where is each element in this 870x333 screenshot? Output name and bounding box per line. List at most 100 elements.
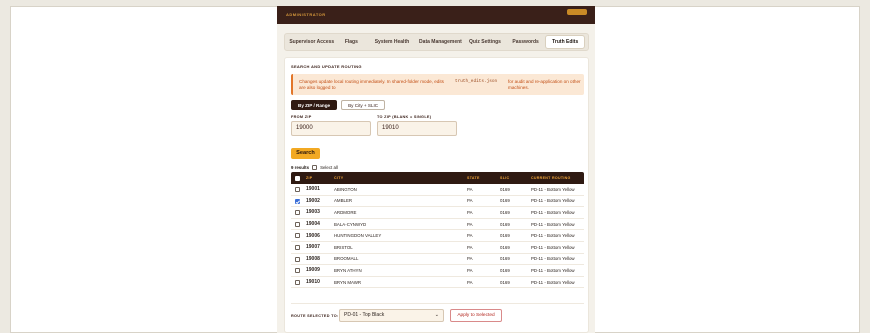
cell-zip: 19001 <box>306 186 320 193</box>
row-checkbox[interactable] <box>295 268 300 274</box>
truth-edits-card: SEARCH AND UPDATE ROUTING Changes update… <box>284 57 589 333</box>
table-row[interactable]: 19008 BROOMALL PA 0169 PD-11 - Bottom Yellow <box>291 254 584 266</box>
cell-slic: 0169 <box>500 256 510 262</box>
tab-system-health[interactable]: System Health <box>367 36 417 48</box>
cell-state: PA <box>467 221 473 227</box>
row-checkbox[interactable] <box>295 198 300 204</box>
cell-city: HUNTINGDON VALLEY <box>334 233 382 239</box>
cell-city: ARDMORE <box>334 209 357 215</box>
header-slic: SLIC <box>500 176 510 180</box>
header-city: CITY <box>334 176 344 180</box>
cell-state: PA <box>467 233 473 239</box>
cell-routing: PD-11 - Bottom Yellow <box>531 186 575 192</box>
header-state: STATE <box>467 176 480 180</box>
table-row[interactable]: 19007 BRISTOL PA 0169 PD-11 - Bottom Yellow <box>291 242 584 254</box>
row-select-cell <box>291 186 306 192</box>
table-row[interactable]: 19004 BALA-CYNWYD PA 0169 PD-11 - Bottom Yel… <box>291 219 584 231</box>
route-label: ROUTE SELECTED TO: <box>291 314 339 318</box>
cell-zip: 19003 <box>306 209 320 216</box>
row-checkbox[interactable] <box>295 233 300 239</box>
row-checkbox[interactable] <box>295 244 300 250</box>
search-button[interactable]: Search <box>291 148 320 159</box>
cell-routing: PD-11 - Bottom Yellow <box>531 279 575 285</box>
cell-city: AMBLER <box>334 198 353 204</box>
results-count: 9 results <box>291 165 310 170</box>
header-select-checkbox[interactable] <box>295 175 300 181</box>
row-select-cell <box>291 244 306 250</box>
notice-text-continued: for audit and re-application on other ma… <box>508 79 581 90</box>
tab-supervisor-access[interactable]: Supervisor Access <box>288 36 336 48</box>
from-zip-label: FROM ZIP <box>291 115 312 119</box>
tab-bar: Supervisor Access Flags System Health Da… <box>284 33 589 51</box>
table-row[interactable]: 19010 BRYN MAWR PA 0169 PD-11 - Bottom Yello… <box>291 277 584 289</box>
header-zip: ZIP <box>306 176 313 180</box>
from-zip-input[interactable]: 19000 <box>291 121 371 136</box>
cell-routing: PD-11 - Bottom Yellow <box>531 267 575 273</box>
table-row[interactable]: 19006 HUNTINGDON VALLEY PA 0169 PD-11 - Bott… <box>291 230 584 242</box>
table-row[interactable]: 19001 ABINGTON PA 0169 PD-11 - Bottom Yellow <box>291 184 584 196</box>
row-checkbox[interactable] <box>295 210 300 216</box>
cell-routing: PD-11 - Bottom Yellow <box>531 198 575 204</box>
mode-zip-range-button[interactable]: By ZIP / Range <box>291 100 338 110</box>
cell-state: PA <box>467 198 473 204</box>
cell-city: BRISTOL <box>334 244 353 250</box>
results-table: ZIP CITY STATE SLIC CURRENT ROUTING 1900… <box>291 172 584 289</box>
row-select-cell <box>291 268 306 274</box>
row-checkbox[interactable] <box>295 186 300 192</box>
cell-slic: 0169 <box>500 244 510 250</box>
cell-city: BROOMALL <box>334 256 359 262</box>
row-checkbox[interactable] <box>295 221 300 227</box>
notice-text: Changes update local routing immediately… <box>299 79 444 90</box>
row-checkbox[interactable] <box>295 279 300 285</box>
row-select-cell <box>291 256 306 262</box>
cell-state: PA <box>467 279 473 285</box>
chevron-down-icon: ⌄ <box>434 312 439 318</box>
tab-truth-edits[interactable]: Truth Edits <box>545 35 585 49</box>
mode-city-slic-button[interactable]: By City + SLIC <box>341 100 386 110</box>
tab-passwords[interactable]: Passwords <box>506 36 546 48</box>
to-zip-input[interactable]: 19010 <box>377 121 457 136</box>
cell-routing: PD-11 - Bottom Yellow <box>531 244 575 250</box>
cell-zip: 19008 <box>306 255 320 262</box>
cell-zip: 19010 <box>306 279 320 286</box>
row-checkbox[interactable] <box>295 256 300 262</box>
cell-slic: 0169 <box>500 267 510 273</box>
table-row[interactable]: 19009 BRYN ATHYN PA 0169 PD-11 - Bottom Yell… <box>291 265 584 277</box>
cell-state: PA <box>467 209 473 215</box>
cell-zip: 19006 <box>306 232 320 239</box>
section-title: SEARCH AND UPDATE ROUTING <box>291 64 362 69</box>
tab-flags[interactable]: Flags <box>336 36 368 48</box>
row-select-cell <box>291 279 306 285</box>
row-select-cell <box>291 221 306 227</box>
cell-slic: 0169 <box>500 279 510 285</box>
cell-slic: 0169 <box>500 186 510 192</box>
table-row[interactable]: 19002 AMBLER PA 0169 PD-11 - Bottom Yellow <box>291 196 584 208</box>
route-select[interactable]: PD-01 - Top Black ⌄ <box>339 309 444 322</box>
cell-slic: 0169 <box>500 209 510 215</box>
cell-state: PA <box>467 186 473 192</box>
cell-routing: PD-11 - Bottom Yellow <box>531 209 575 215</box>
select-all-checkbox[interactable] <box>312 165 318 170</box>
cell-routing: PD-11 - Bottom Yellow <box>531 233 575 239</box>
select-all-label: Select all <box>320 165 338 170</box>
cell-zip: 19007 <box>306 244 320 251</box>
cell-city: ABINGTON <box>334 186 357 192</box>
row-select-cell <box>291 233 306 239</box>
cell-slic: 0169 <box>500 198 510 204</box>
header-routing: CURRENT ROUTING <box>531 176 571 180</box>
tab-quiz-settings[interactable]: Quiz Settings <box>464 36 506 48</box>
divider <box>291 303 584 304</box>
to-zip-label: TO ZIP (BLANK = SINGLE) <box>377 115 432 119</box>
results-summary: 9 results Select all <box>291 165 338 170</box>
apply-to-selected-button[interactable]: Apply to Selected <box>450 309 502 322</box>
tab-data-management[interactable]: Data Management <box>417 36 465 48</box>
cell-city: BALA-CYNWYD <box>334 221 367 227</box>
header-button[interactable] <box>567 9 587 15</box>
cell-slic: 0169 <box>500 221 510 227</box>
cell-city: BRYN ATHYN <box>334 267 362 273</box>
cell-city: BRYN MAWR <box>334 279 362 285</box>
row-select-cell <box>291 210 306 216</box>
table-row[interactable]: 19003 ARDMORE PA 0169 PD-11 - Bottom Yellow <box>291 207 584 219</box>
table-body: 19001 ABINGTON PA 0169 PD-11 - Bottom Yellow… <box>291 184 584 289</box>
row-select-cell <box>291 198 306 204</box>
